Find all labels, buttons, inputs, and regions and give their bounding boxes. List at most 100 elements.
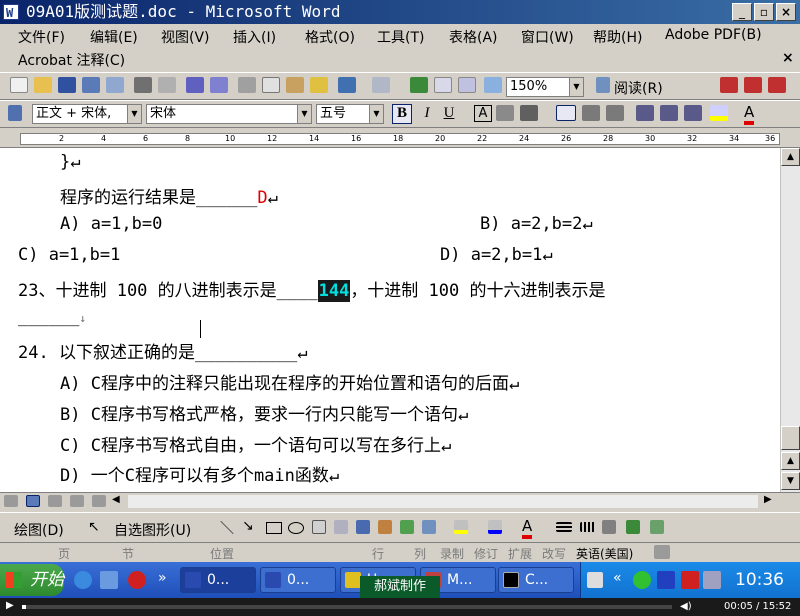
vertical-textbox-icon[interactable] xyxy=(334,520,348,534)
show-desktop-icon[interactable] xyxy=(100,571,118,589)
clipart-icon[interactable] xyxy=(400,520,414,534)
task-word-2[interactable]: 0... xyxy=(260,567,336,593)
fill-color-icon[interactable] xyxy=(454,520,468,534)
line-color-icon[interactable] xyxy=(488,520,502,534)
menu-table[interactable]: 表格(A) xyxy=(449,27,498,47)
scroll-right-icon[interactable]: ▶ xyxy=(764,494,772,505)
tray-volume-icon[interactable] xyxy=(703,571,721,589)
char-shading-icon[interactable] xyxy=(496,105,514,121)
permission-icon[interactable] xyxy=(82,77,100,93)
new-icon[interactable] xyxy=(10,77,28,93)
task-console[interactable]: C... xyxy=(498,567,574,593)
task-word-1[interactable]: 0... xyxy=(180,567,256,593)
undo-icon[interactable] xyxy=(338,77,356,93)
wordart-icon[interactable] xyxy=(356,520,370,534)
menu-format[interactable]: 格式(O) xyxy=(305,27,355,47)
research-icon[interactable] xyxy=(210,77,228,93)
chevron-down-icon[interactable]: ▼ xyxy=(297,105,311,123)
rectangle-icon[interactable] xyxy=(266,522,282,534)
window-titlebar[interactable]: 09A01版测试题.doc - Microsoft Word _ ▫ × xyxy=(0,0,800,25)
font-size-select[interactable]: 五号 ▼ xyxy=(316,104,384,124)
play-icon[interactable]: ▶ xyxy=(6,600,14,611)
keyboard-icon[interactable] xyxy=(587,572,603,588)
print-view-icon[interactable] xyxy=(48,495,62,507)
quicklaunch-more-icon[interactable]: » xyxy=(158,570,167,586)
doc-close-button[interactable]: × xyxy=(782,50,794,66)
highlight-icon[interactable] xyxy=(710,105,728,121)
italic-button[interactable]: I xyxy=(418,105,436,122)
menu-adobe-pdf[interactable]: Adobe PDF(B) xyxy=(665,27,762,43)
arrow-icon[interactable]: ↘ xyxy=(242,518,254,534)
menu-tools[interactable]: 工具(T) xyxy=(377,27,424,47)
redo-icon[interactable] xyxy=(372,77,390,93)
pdf-convert-icon[interactable] xyxy=(720,77,738,93)
spelling-icon[interactable] xyxy=(186,77,204,93)
email-icon[interactable] xyxy=(106,77,124,93)
print-icon[interactable] xyxy=(134,77,152,93)
tables-borders-icon[interactable] xyxy=(434,77,452,93)
horizontal-ruler[interactable]: 2 4 6 8 10 12 14 16 18 20 22 24 26 28 30… xyxy=(0,130,800,148)
menu-acrobat-comments[interactable]: Acrobat 注释(C) xyxy=(18,50,125,70)
char-border-button[interactable]: A xyxy=(474,105,492,122)
close-button[interactable]: × xyxy=(776,3,796,21)
align-right-icon[interactable] xyxy=(606,105,624,121)
save-icon[interactable] xyxy=(58,77,76,93)
align-left-icon[interactable] xyxy=(556,105,576,121)
read-mode-button[interactable]: 阅读(R) xyxy=(614,78,663,98)
hscroll-track[interactable] xyxy=(128,495,758,508)
menu-help[interactable]: 帮助(H) xyxy=(593,27,642,47)
pdf-review-icon[interactable] xyxy=(768,77,786,93)
font-color-button[interactable]: A xyxy=(744,103,755,125)
insert-table-icon[interactable] xyxy=(458,77,476,93)
arrow-style-icon[interactable] xyxy=(602,520,616,534)
start-button[interactable]: 开始 xyxy=(0,564,64,596)
zoom-select[interactable]: 150% ▼ xyxy=(506,77,584,97)
align-center-icon[interactable] xyxy=(582,105,600,121)
status-ovr[interactable]: 改写 xyxy=(542,545,566,562)
chevron-down-icon[interactable]: ▼ xyxy=(569,78,583,96)
oval-icon[interactable] xyxy=(288,522,304,534)
next-page-icon[interactable]: ▼ xyxy=(781,472,800,490)
minimize-button[interactable]: _ xyxy=(732,3,752,21)
record-icon[interactable] xyxy=(128,571,146,589)
styles-icon[interactable] xyxy=(8,105,22,121)
diagram-icon[interactable] xyxy=(378,520,392,534)
menu-view[interactable]: 视图(V) xyxy=(161,27,210,47)
draw-font-color-icon[interactable]: A xyxy=(522,517,533,539)
cut-icon[interactable] xyxy=(238,77,256,93)
tray-security-icon[interactable] xyxy=(657,571,675,589)
chevron-down-icon[interactable]: ▼ xyxy=(127,105,141,123)
status-ext[interactable]: 扩展 xyxy=(508,545,532,562)
line-style-icon[interactable] xyxy=(556,522,572,532)
web-view-icon[interactable] xyxy=(26,495,40,507)
draw-menu-button[interactable]: 绘图(D) xyxy=(14,520,64,540)
font-select[interactable]: 宋体 ▼ xyxy=(146,104,312,124)
outline-view-icon[interactable] xyxy=(70,495,84,507)
scroll-up-icon[interactable]: ▲ xyxy=(781,148,800,166)
open-icon[interactable] xyxy=(34,77,52,93)
copy-icon[interactable] xyxy=(262,77,280,93)
pdf-email-icon[interactable] xyxy=(744,77,762,93)
scroll-thumb[interactable] xyxy=(781,426,800,450)
char-scale-icon[interactable] xyxy=(520,105,538,121)
increase-indent-icon[interactable] xyxy=(684,105,702,121)
document-page[interactable]: }↵ 程序的运行结果是______D↵ A) a=1,b=0 B) a=2,b=… xyxy=(0,148,780,492)
paste-icon[interactable] xyxy=(286,77,304,93)
status-trk[interactable]: 修订 xyxy=(474,545,498,562)
shadow-style-icon[interactable] xyxy=(626,520,640,534)
menu-edit[interactable]: 编辑(E) xyxy=(90,27,138,47)
style-select[interactable]: 正文 + 宋体, ▼ xyxy=(32,104,142,124)
read-mode-icon[interactable] xyxy=(596,77,610,93)
maximize-button[interactable]: ▫ xyxy=(754,3,774,21)
scroll-left-icon[interactable]: ◀ xyxy=(112,494,120,505)
vertical-scrollbar[interactable]: ▲ ▲ ▼ xyxy=(780,148,800,492)
tray-green-icon[interactable] xyxy=(633,571,651,589)
reading-view-icon[interactable] xyxy=(92,495,106,507)
autoshapes-button[interactable]: 自选图形(U) xyxy=(114,520,191,540)
chevron-down-icon[interactable]: ▼ xyxy=(369,105,383,123)
ie-icon[interactable] xyxy=(74,571,92,589)
menu-window[interactable]: 窗口(W) xyxy=(521,27,574,47)
format-painter-icon[interactable] xyxy=(310,77,328,93)
status-rec[interactable]: 录制 xyxy=(440,545,464,562)
prev-page-icon[interactable]: ▲ xyxy=(781,452,800,470)
